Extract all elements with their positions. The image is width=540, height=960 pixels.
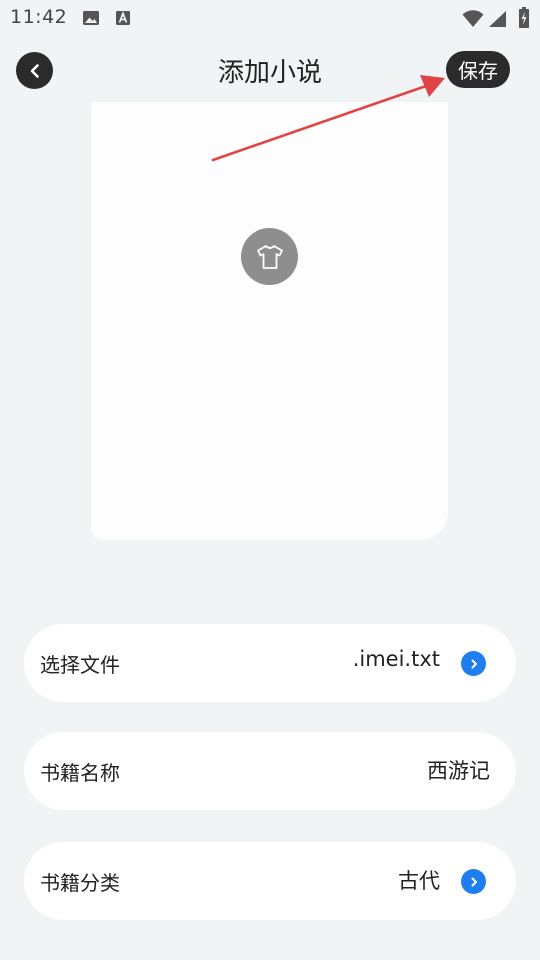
select-file-label: 选择文件 bbox=[40, 653, 120, 677]
save-button[interactable]: 保存 bbox=[446, 51, 510, 88]
book-category-value: 古代 bbox=[398, 869, 440, 893]
signal-icon bbox=[488, 10, 508, 27]
book-name-label: 书籍名称 bbox=[40, 761, 120, 785]
wifi-icon bbox=[462, 10, 484, 27]
status-time: 11:42 bbox=[10, 6, 68, 28]
text-notification-icon bbox=[115, 10, 133, 26]
select-file-value: .imei.txt bbox=[352, 647, 440, 671]
book-category-label: 书籍分类 bbox=[40, 871, 120, 895]
chevron-right-icon[interactable] bbox=[461, 869, 486, 894]
tshirt-icon bbox=[256, 244, 283, 269]
cover-upload-button[interactable] bbox=[241, 228, 298, 285]
book-category-row[interactable]: 书籍分类 古代 bbox=[24, 842, 516, 920]
chevron-right-icon[interactable] bbox=[461, 651, 486, 676]
book-name-row[interactable]: 书籍名称 西游记 bbox=[24, 732, 516, 810]
select-file-row[interactable]: 选择文件 .imei.txt bbox=[24, 624, 516, 702]
header: 添加小说 保存 bbox=[0, 36, 540, 102]
book-name-input[interactable]: 西游记 bbox=[427, 755, 490, 785]
status-bar: 11:42 bbox=[0, 0, 540, 36]
cover-image-area[interactable] bbox=[91, 102, 448, 540]
battery-icon bbox=[518, 7, 530, 29]
image-notification-icon bbox=[82, 10, 100, 26]
